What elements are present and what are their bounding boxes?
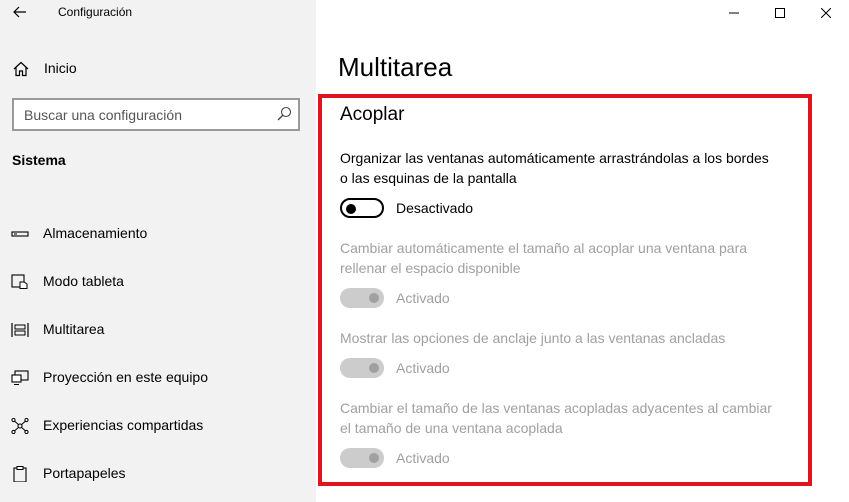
setting-description-snap-windows: Organizar las ventanas automáticamente a… — [340, 150, 769, 186]
group-title-snap: Acoplar — [340, 104, 405, 125]
sidebar-item-label: Proyección en este equipo — [43, 369, 208, 385]
toggle-state-label: Activado — [396, 360, 450, 376]
sidebar-item-multitasking[interactable]: Multitarea — [0, 310, 316, 350]
toggle-knob — [369, 363, 379, 373]
setting-toggle-row-resize-adjacent: Activado — [340, 448, 450, 468]
toggle-state-label: Activado — [396, 450, 450, 466]
maximize-icon — [775, 8, 785, 18]
snap-assist-toggle[interactable] — [340, 358, 384, 378]
setting-toggle-row-snap-windows: Desactivado — [340, 198, 473, 218]
toggle-state-label: Activado — [396, 290, 450, 306]
setting-description-auto-resize: Cambiar automáticamente el tamaño al aco… — [340, 240, 748, 276]
sidebar-item-tablet-mode[interactable]: Modo tableta — [0, 262, 316, 302]
projection-icon — [11, 370, 29, 385]
shared-experiences-icon — [11, 418, 29, 434]
sidebar-item-clipboard[interactable]: Portapapeles — [0, 454, 316, 494]
toggle-knob — [369, 293, 379, 303]
resize-adjacent-toggle[interactable] — [340, 448, 384, 468]
setting-toggle-row-snap-assist: Activado — [340, 358, 450, 378]
sidebar-item-home[interactable]: Inicio — [0, 54, 316, 82]
sidebar-item-label: Inicio — [44, 60, 77, 76]
title-bar: Configuración — [0, 0, 316, 26]
sidebar-item-label: Experiencias compartidas — [43, 417, 204, 433]
tablet-mode-icon — [11, 274, 28, 289]
maximize-button[interactable] — [757, 0, 803, 26]
search-input[interactable] — [14, 100, 264, 129]
toggle-knob — [346, 204, 356, 214]
sidebar-item-label: Modo tableta — [43, 273, 124, 289]
toggle-knob — [369, 453, 379, 463]
back-button[interactable] — [8, 2, 32, 22]
window-controls — [711, 0, 849, 26]
home-icon — [13, 61, 29, 77]
sidebar-item-label: Portapapeles — [43, 465, 126, 481]
sidebar-item-shared-experiences[interactable]: Experiencias compartidas — [0, 406, 316, 446]
sidebar-item-projection[interactable]: Proyección en este equipo — [0, 358, 316, 398]
page-title: Multitarea — [338, 52, 453, 82]
sidebar-item-label: Multitarea — [43, 321, 105, 337]
close-icon — [821, 8, 831, 18]
snap-windows-toggle[interactable] — [340, 198, 384, 218]
minimize-button[interactable] — [711, 0, 757, 26]
setting-description-snap-assist: Mostrar las opciones de anclaje junto a … — [340, 330, 726, 346]
back-arrow-icon — [13, 6, 26, 18]
close-button[interactable] — [803, 0, 849, 26]
setting-description-resize-adjacent: Cambiar el tamaño de las ventanas acopla… — [340, 400, 772, 436]
sidebar-item-label: Almacenamiento — [43, 225, 148, 241]
sidebar-item-storage[interactable]: Almacenamiento — [0, 214, 316, 254]
toggle-state-label: Desactivado — [396, 200, 474, 216]
section-title: Sistema — [12, 152, 66, 168]
app-title: Configuración — [58, 5, 133, 19]
clipboard-icon — [13, 466, 27, 482]
setting-toggle-row-auto-resize: Activado — [340, 288, 450, 308]
search-box[interactable] — [12, 98, 300, 131]
storage-icon — [11, 231, 29, 237]
sidebar: Configuración Inicio Sistema Almacenamie… — [0, 0, 316, 502]
minimize-icon — [729, 12, 739, 14]
auto-resize-toggle[interactable] — [340, 288, 384, 308]
search-icon[interactable] — [276, 106, 292, 122]
multitasking-icon — [11, 323, 29, 337]
